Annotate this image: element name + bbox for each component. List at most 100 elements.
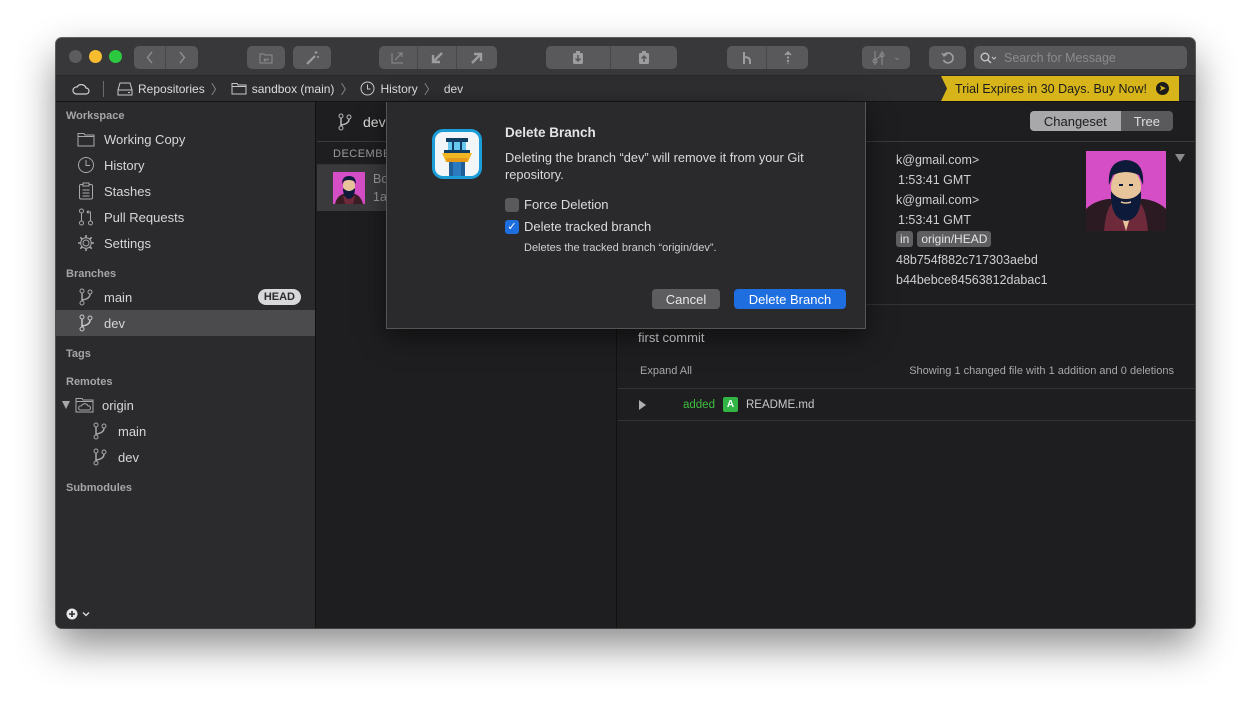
delete-branch-button[interactable]: Delete Branch xyxy=(734,289,846,309)
back-button[interactable] xyxy=(134,46,166,69)
sidebar: Workspace Working Copy History Stashes P… xyxy=(56,102,316,628)
fetch-button[interactable] xyxy=(379,46,418,69)
branch-icon xyxy=(76,313,96,333)
pop-stash-icon xyxy=(639,51,649,64)
sidebar-branch-dev[interactable]: dev xyxy=(56,310,315,336)
cancel-button[interactable]: Cancel xyxy=(652,289,720,309)
branch-icon xyxy=(90,447,110,467)
committer-date: 1:53:41 GMT xyxy=(898,213,971,227)
quick-actions-button[interactable] xyxy=(293,46,331,69)
merge-group xyxy=(727,46,808,69)
search-input[interactable] xyxy=(1004,50,1174,65)
refs: in origin/HEAD xyxy=(896,231,995,247)
pop-stash-button[interactable] xyxy=(611,46,677,69)
section-title-branches: Branches xyxy=(66,268,117,280)
branch-icon xyxy=(76,287,96,307)
merge-button[interactable] xyxy=(727,46,767,69)
sidebar-item-working-copy[interactable]: Working Copy xyxy=(56,126,315,152)
arrow-right-circle-icon: ➤ xyxy=(1156,82,1169,95)
push-button[interactable] xyxy=(457,46,497,69)
author-email: k@gmail.com> xyxy=(896,153,980,167)
sidebar-remote-branch-dev[interactable]: dev xyxy=(56,444,315,470)
author-avatar xyxy=(1086,151,1166,231)
ref-tag[interactable]: origin/HEAD xyxy=(917,231,992,247)
dialog-title: Delete Branch xyxy=(505,125,596,140)
divider xyxy=(618,420,1195,421)
delete-branch-dialog: Delete Branch Deleting the branch “dev” … xyxy=(386,102,866,329)
close-window-button[interactable] xyxy=(69,50,82,63)
rebase-button[interactable] xyxy=(767,46,808,69)
magic-wand-icon xyxy=(306,50,319,65)
search-icon xyxy=(980,52,997,63)
stash-group xyxy=(546,46,677,69)
chevron-down-icon xyxy=(82,612,90,617)
breadcrumb-repository[interactable]: sandbox (main) xyxy=(231,82,334,96)
file-name: README.md xyxy=(745,398,815,411)
avatar xyxy=(333,172,365,204)
forward-button[interactable] xyxy=(166,46,198,69)
expand-all-button[interactable]: Expand All xyxy=(640,365,692,377)
changed-file-row[interactable]: added A README.md xyxy=(618,389,1195,420)
breadcrumb-repositories[interactable]: Repositories xyxy=(117,82,205,96)
minimize-window-button[interactable] xyxy=(89,50,102,63)
tracked-branch-hint: Deletes the tracked branch “origin/dev”. xyxy=(524,242,717,254)
sidebar-remote-branch-main[interactable]: main xyxy=(56,418,315,444)
git-flow-button[interactable]: ⌄ xyxy=(862,46,910,69)
breadcrumb-separator: 〉 xyxy=(340,82,354,97)
delete-tracked-branch-checkbox[interactable]: ✓ Delete tracked branch xyxy=(505,219,651,234)
checkbox-unchecked[interactable] xyxy=(505,197,519,212)
breadcrumb-history[interactable]: History xyxy=(360,81,418,96)
section-title-tags: Tags xyxy=(66,348,91,360)
folder-icon xyxy=(76,129,96,149)
pull-button[interactable] xyxy=(418,46,457,69)
gear-icon xyxy=(76,233,96,253)
pull-icon xyxy=(431,51,443,63)
breadcrumb-bar: Repositories 〉 sandbox (main) 〉 History … xyxy=(56,76,1195,102)
sidebar-remote-origin[interactable]: origin xyxy=(56,392,315,418)
dialog-message: Deleting the branch “dev” will remove it… xyxy=(505,150,804,182)
disclosure-triangle-icon[interactable] xyxy=(62,401,70,409)
breadcrumb-separator: 〉 xyxy=(210,82,224,97)
clock-icon xyxy=(76,155,96,175)
stash-icon xyxy=(573,51,583,64)
ref-tag[interactable]: in xyxy=(896,231,914,247)
commit-hash: 48b754f882c717303aebd xyxy=(896,253,1038,267)
refresh-button[interactable] xyxy=(929,46,966,69)
git-flow-icon xyxy=(872,50,885,65)
toolbar: ⌄ xyxy=(56,38,1195,76)
view-mode-segmented-control: Changeset Tree xyxy=(1029,111,1173,131)
nav-group xyxy=(134,46,198,69)
sidebar-item-stashes[interactable]: Stashes xyxy=(56,178,315,204)
search-field[interactable] xyxy=(974,46,1187,69)
app-window: ⌄ Repositories 〉 sandbox (main) 〉 xyxy=(56,38,1195,628)
sidebar-item-history[interactable]: History xyxy=(56,152,315,178)
sidebar-item-settings[interactable]: Settings xyxy=(56,230,315,256)
sidebar-branch-main[interactable]: main HEAD xyxy=(56,284,315,310)
tab-tree[interactable]: Tree xyxy=(1120,111,1173,131)
drive-icon xyxy=(117,82,133,95)
section-title-remotes: Remotes xyxy=(66,376,113,388)
clipboard-icon xyxy=(76,181,96,201)
checkmark-icon[interactable]: ✓ xyxy=(505,219,519,234)
commit-message: first commit xyxy=(638,330,705,345)
working-copy-button[interactable] xyxy=(247,46,285,69)
stash-button[interactable] xyxy=(546,46,611,69)
push-icon xyxy=(471,52,483,64)
force-deletion-checkbox[interactable]: Force Deletion xyxy=(505,197,609,212)
breadcrumb-branch[interactable]: dev xyxy=(444,82,463,96)
pull-request-icon xyxy=(76,207,96,227)
branch-icon xyxy=(90,421,110,441)
maximize-window-button[interactable] xyxy=(109,50,122,63)
sync-group xyxy=(379,46,497,69)
changes-summary: Showing 1 changed file with 1 addition a… xyxy=(909,365,1174,377)
file-status: added xyxy=(683,398,715,411)
branch-icon xyxy=(338,113,352,130)
disclosure-triangle-icon[interactable] xyxy=(639,399,646,410)
collapse-header-icon[interactable] xyxy=(1175,154,1185,162)
sidebar-item-pull-requests[interactable]: Pull Requests xyxy=(56,204,315,230)
add-menu-button[interactable] xyxy=(66,608,90,620)
trial-banner[interactable]: Trial Expires in 30 Days. Buy Now! ➤ xyxy=(941,76,1179,101)
folder-icon xyxy=(231,83,247,95)
cloud-icon[interactable] xyxy=(72,83,90,95)
tab-changeset[interactable]: Changeset xyxy=(1029,111,1121,131)
